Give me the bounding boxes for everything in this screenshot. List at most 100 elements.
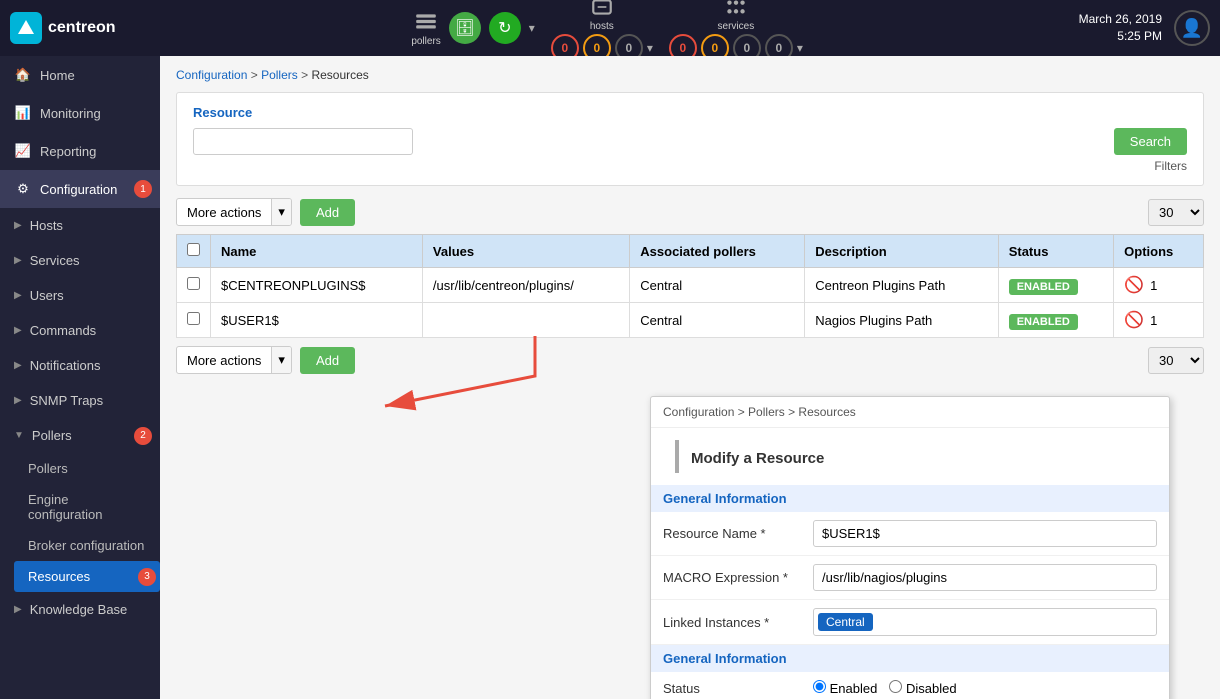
refresh-icon[interactable]: ↻: [489, 12, 521, 44]
add-button-top[interactable]: Add: [300, 199, 355, 226]
sidebar-item-hosts[interactable]: ▶ Hosts: [0, 208, 160, 243]
sidebar-sub-resources[interactable]: Resources 3: [14, 561, 160, 592]
add-button-bottom[interactable]: Add: [300, 347, 355, 374]
filter-row: Search: [193, 128, 1187, 155]
hosts-arrow: ▶: [14, 220, 22, 231]
status-enabled-radio[interactable]: [813, 680, 826, 693]
breadcrumb-pollers[interactable]: Pollers: [261, 68, 298, 82]
sidebar-item-monitoring[interactable]: 📊 Monitoring: [0, 94, 160, 132]
central-tag[interactable]: Central: [818, 613, 873, 631]
status-label: Status: [663, 681, 813, 696]
sidebar-item-configuration[interactable]: ⚙ Configuration 1: [0, 170, 160, 208]
hosts-icon[interactable]: hosts: [590, 0, 614, 32]
topbar-right: March 26, 2019 5:25 PM 👤: [1079, 10, 1210, 46]
filter-section: Resource Search Filters: [176, 92, 1204, 186]
page-size-top[interactable]: 30 50 100: [1148, 199, 1204, 226]
row1-delete-btn[interactable]: 🚫: [1124, 275, 1144, 295]
services-chevron[interactable]: ▾: [797, 41, 803, 55]
row1-description: Centreon Plugins Path: [805, 268, 998, 303]
sidebar-item-home[interactable]: 🏠 Home: [0, 56, 160, 94]
edit-panel: Configuration > Pollers > Resources Modi…: [650, 396, 1170, 699]
sidebar-item-pollers[interactable]: ▼ Pollers 2: [0, 418, 160, 453]
filters-link[interactable]: Filters: [193, 159, 1187, 173]
services-arrow: ▶: [14, 255, 22, 266]
row1-order: 1: [1150, 278, 1157, 293]
row1-name[interactable]: $CENTREONPLUGINS$: [211, 268, 423, 303]
poller-db-icon[interactable]: 🗄: [449, 12, 481, 44]
pollers-icon-btn[interactable]: pollers: [411, 10, 440, 47]
page-size-bottom[interactable]: 30 50 100: [1148, 347, 1204, 374]
table-controls-bottom: More actions ▾ Add 30 50 100: [176, 346, 1204, 374]
sidebar-item-reporting[interactable]: 📈 Reporting: [0, 132, 160, 170]
pollers-chevron[interactable]: ▾: [529, 21, 535, 35]
resources-badge: 3: [138, 568, 156, 586]
select-all-checkbox[interactable]: [187, 243, 200, 256]
sidebar-sub-broker-config[interactable]: Broker configuration: [14, 530, 160, 561]
sidebar-label-hosts: Hosts: [30, 218, 63, 233]
sidebar-item-commands[interactable]: ▶ Commands: [0, 313, 160, 348]
status-disabled-label[interactable]: Disabled: [889, 680, 956, 696]
sidebar-item-services[interactable]: ▶ Services: [0, 243, 160, 278]
row2-status-badge: ENABLED: [1009, 314, 1078, 330]
reporting-icon: 📈: [14, 142, 32, 160]
breadcrumb-configuration[interactable]: Configuration: [176, 68, 247, 82]
main-layout: 🏠 Home 📊 Monitoring 📈 Reporting ⚙ Config…: [0, 56, 1220, 699]
resource-filter-input[interactable]: [193, 128, 413, 155]
services-icon[interactable]: services: [718, 0, 755, 32]
sidebar-item-snmp-traps[interactable]: ▶ SNMP Traps: [0, 383, 160, 418]
logo[interactable]: centreon: [10, 12, 116, 44]
row2-delete-btn[interactable]: 🚫: [1124, 310, 1144, 330]
sidebar-label-home: Home: [40, 68, 75, 83]
status-disabled-text: Disabled: [906, 681, 957, 696]
col-description: Description: [805, 235, 998, 268]
resource-name-input[interactable]: [813, 520, 1157, 547]
sidebar-label-engine: Engine configuration: [28, 492, 102, 522]
macro-expr-field: MACRO Expression *: [651, 556, 1169, 600]
table-controls-top: More actions ▾ Add 30 50 100: [176, 198, 1204, 226]
commands-arrow: ▶: [14, 325, 22, 336]
sidebar: 🏠 Home 📊 Monitoring 📈 Reporting ⚙ Config…: [0, 56, 160, 699]
sidebar-label-pollers: Pollers: [32, 428, 72, 443]
pollers-expand-arrow: ▼: [14, 430, 24, 441]
search-button[interactable]: Search: [1114, 128, 1187, 155]
datetime: March 26, 2019 5:25 PM: [1079, 11, 1162, 45]
resource-name-label: Resource Name *: [663, 526, 813, 541]
sidebar-sub-engine-config[interactable]: Engine configuration: [14, 484, 160, 530]
row2-checkbox[interactable]: [187, 312, 200, 325]
pollers-group: pollers 🗄 ↻ ▾: [411, 10, 535, 47]
sidebar-sub-pollers[interactable]: Pollers: [14, 453, 160, 484]
linked-instances-label: Linked Instances *: [663, 615, 813, 630]
more-actions-text-top[interactable]: More actions: [177, 200, 271, 225]
services-label: services: [718, 21, 755, 32]
users-arrow: ▶: [14, 290, 22, 301]
status-enabled-label[interactable]: Enabled: [813, 680, 877, 696]
sidebar-label-monitoring: Monitoring: [40, 106, 101, 121]
sidebar-item-knowledge-base[interactable]: ▶ Knowledge Base: [0, 592, 160, 627]
more-actions-btn-bottom[interactable]: More actions ▾: [176, 346, 292, 374]
status-disabled-radio[interactable]: [889, 680, 902, 693]
sidebar-item-users[interactable]: ▶ Users: [0, 278, 160, 313]
macro-expr-input[interactable]: [813, 564, 1157, 591]
status-field: Status Enabled Disabled: [651, 672, 1169, 699]
topbar-center: pollers 🗄 ↻ ▾ hosts 0 0 0 ▾ services: [136, 0, 1079, 62]
row1-checkbox[interactable]: [187, 277, 200, 290]
linked-instances-wrap: Central: [813, 608, 1157, 636]
more-actions-arrow-bottom[interactable]: ▾: [271, 347, 291, 373]
hosts-chevron[interactable]: ▾: [647, 41, 653, 55]
config-section: ▶ Hosts ▶ Services ▶ Users ▶ Commands ▶ …: [0, 208, 160, 627]
user-avatar[interactable]: 👤: [1174, 10, 1210, 46]
hosts-section: hosts 0 0 0 ▾: [551, 0, 653, 62]
more-actions-btn-top[interactable]: More actions ▾: [176, 198, 292, 226]
sidebar-label-snmp: SNMP Traps: [30, 393, 103, 408]
home-icon: 🏠: [14, 66, 32, 84]
snmp-arrow: ▶: [14, 395, 22, 406]
row2-name[interactable]: $USER1$: [211, 303, 423, 338]
row1-values: /usr/lib/centreon/plugins/: [422, 268, 629, 303]
row2-status: ENABLED: [998, 303, 1113, 338]
more-actions-text-bottom[interactable]: More actions: [177, 348, 271, 373]
col-name: Name: [211, 235, 423, 268]
hosts-label: hosts: [590, 21, 614, 32]
sidebar-item-notifications[interactable]: ▶ Notifications: [0, 348, 160, 383]
more-actions-arrow-top[interactable]: ▾: [271, 199, 291, 225]
row1-pollers: Central: [630, 268, 805, 303]
